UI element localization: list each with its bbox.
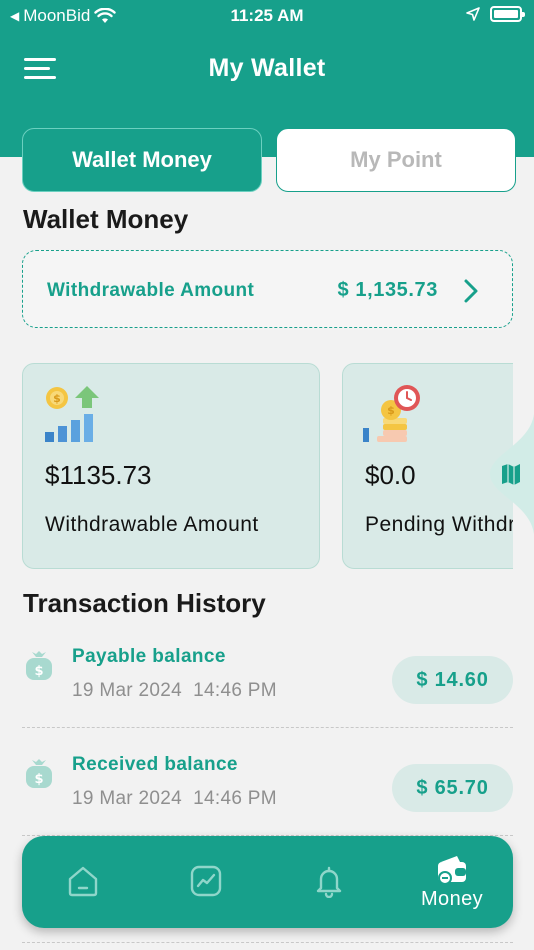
- status-time: 11:25 AM: [230, 6, 304, 25]
- withdrawable-amount-row[interactable]: Withdrawable Amount $ 1,135.73: [22, 250, 513, 328]
- svg-text:$: $: [387, 404, 395, 417]
- chevron-right-icon: [464, 279, 478, 303]
- wallet-section-title: Wallet Money: [23, 204, 189, 234]
- card-value: $0.0: [365, 460, 416, 490]
- chart-icon: [190, 865, 222, 897]
- transaction-amount: $ 65.70: [392, 764, 513, 812]
- transaction-date: 19 Mar 2024 14:46 PM: [72, 680, 277, 701]
- tab-my-point[interactable]: My Point: [276, 128, 516, 192]
- status-bar: ◀ MoonBid 11:25 AM: [0, 0, 534, 30]
- balance-cards-carousel[interactable]: $ $1135.73 Withdrawable Amount $ $0.0 Pe…: [22, 363, 513, 571]
- home-icon: [68, 866, 98, 897]
- money-bag-icon: $: [26, 651, 52, 680]
- location-icon: [466, 7, 480, 21]
- transaction-row[interactable]: $ Received balance 19 Mar 2024 14:46 PM …: [22, 750, 513, 846]
- transaction-amount: $ 14.60: [392, 656, 513, 704]
- bottom-navigation: Money: [22, 836, 513, 928]
- withdrawable-amount: $ 1,135.73: [337, 279, 438, 301]
- divider: [22, 942, 513, 943]
- nav-chart[interactable]: [167, 836, 245, 928]
- transaction-name: Received balance: [72, 754, 238, 775]
- divider: [22, 727, 513, 728]
- pending-coins-icon: $: [363, 385, 420, 442]
- map-icon[interactable]: [490, 414, 534, 534]
- card-caption: Withdrawable Amount: [45, 513, 259, 536]
- nav-notifications[interactable]: [290, 836, 368, 928]
- card-withdrawable[interactable]: $ $1135.73 Withdrawable Amount: [22, 363, 320, 569]
- money-bag-icon: $: [26, 759, 52, 788]
- transaction-date: 19 Mar 2024 14:46 PM: [72, 788, 277, 809]
- svg-text:$: $: [34, 664, 43, 679]
- transaction-row[interactable]: $ Payable balance 19 Mar 2024 14:46 PM $…: [22, 642, 513, 738]
- nav-label: Money: [420, 887, 484, 910]
- withdrawable-label: Withdrawable Amount: [47, 280, 255, 301]
- growth-coins-icon: $: [45, 386, 99, 442]
- page-title: My Wallet: [208, 54, 326, 82]
- card-pending-withdrawal[interactable]: $ $0.0 Pending Withdrawal: [342, 363, 513, 569]
- nav-money[interactable]: Money: [402, 836, 502, 928]
- battery-icon: [490, 6, 525, 22]
- bell-icon: [316, 866, 342, 898]
- svg-text:$: $: [53, 392, 61, 405]
- transaction-name: Payable balance: [72, 646, 226, 667]
- card-value: $1135.73: [45, 460, 152, 490]
- wallet-icon: [438, 855, 466, 885]
- svg-text:$: $: [34, 772, 43, 787]
- transaction-history-title: Transaction History: [23, 588, 266, 618]
- tab-wallet-money[interactable]: Wallet Money: [22, 128, 262, 192]
- nav-home[interactable]: [44, 836, 122, 928]
